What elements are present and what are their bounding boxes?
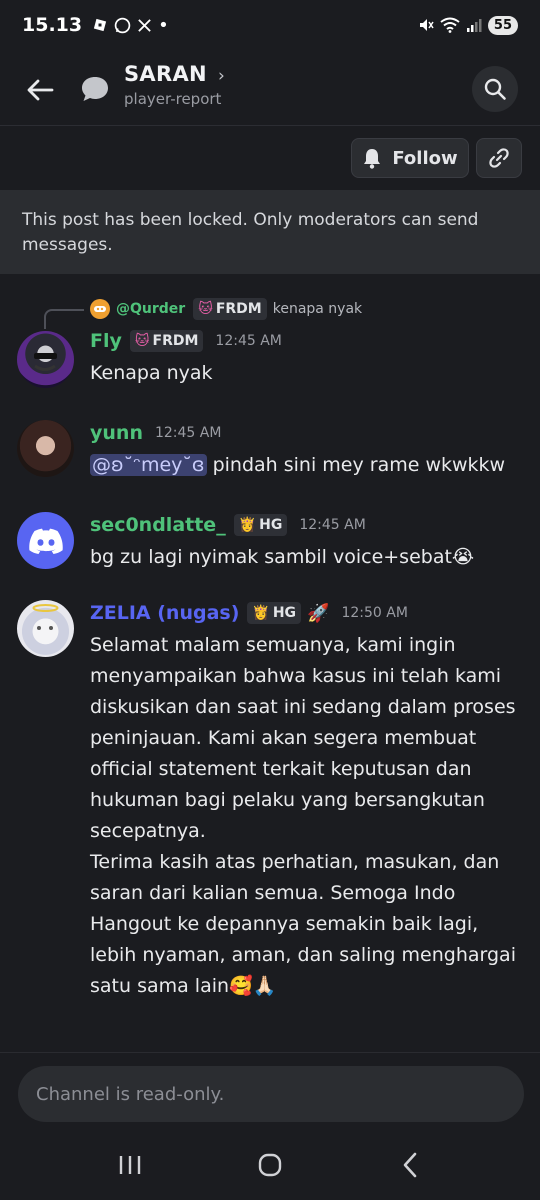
wifi-icon — [440, 17, 460, 33]
message-body: yunn 12:45 AM @ʚ˘ᵔmey˘ɞ pindah sini mey … — [90, 420, 522, 481]
input-placeholder: Channel is read-only. — [36, 1083, 225, 1105]
channel-title: SARAN — [124, 62, 207, 86]
x-icon — [138, 18, 151, 32]
user-mention[interactable]: @ʚ˘ᵔmey˘ɞ — [90, 454, 207, 476]
reply-text: kenapa nyak — [272, 301, 363, 317]
chevron-right-icon: › — [217, 66, 225, 86]
message-text: @ʚ˘ᵔmey˘ɞ pindah sini mey rame wkwkkw — [90, 450, 522, 481]
message-body: Fly 🐱 FRDM 12:45 AM Kenapa nyak — [90, 328, 522, 389]
reply-author: @Qurder — [116, 301, 186, 317]
search-button[interactable] — [472, 66, 518, 112]
search-icon — [484, 78, 506, 100]
reply-connector — [44, 309, 84, 329]
recents-icon — [119, 1156, 141, 1174]
avatar[interactable] — [17, 420, 74, 477]
dot-icon: • — [158, 14, 169, 36]
status-bar: 15.13 • 55 — [0, 0, 540, 50]
copy-link-button[interactable] — [476, 138, 522, 178]
role-tag-label: HG — [272, 605, 297, 621]
message-text: Kenapa nyak — [90, 362, 213, 384]
reply-preview[interactable]: @Qurder 🐱 FRDM kenapa nyak — [90, 298, 362, 320]
crown-icon: 👸 — [238, 517, 257, 533]
crown-icon: 👸 — [252, 605, 270, 621]
locked-post-notice: This post has been locked. Only moderato… — [0, 190, 540, 274]
battery-indicator: 55 — [487, 15, 518, 35]
message-text: bg zu lagi nyimak sambil voice+sebat😭 — [90, 546, 475, 568]
system-nav-bar — [0, 1130, 540, 1200]
message-text-content: pindah sini mey rame wkwkkw — [206, 454, 506, 476]
channel-subtitle: player-report — [124, 90, 222, 108]
role-tag-label: FRDM — [152, 333, 199, 349]
mute-icon — [419, 19, 434, 31]
message-header: ZELIA (nugas) 👸 HG 🚀 12:50 AM — [90, 600, 522, 626]
role-tag: 👸 HG — [233, 514, 288, 536]
message-body: sec0ndlatte_ 👸 HG 12:45 AM bg zu lagi ny… — [90, 512, 522, 573]
message-header: yunn 12:45 AM — [90, 420, 522, 446]
composer-divider — [0, 1052, 540, 1053]
avatar[interactable] — [17, 600, 74, 657]
bell-icon — [364, 149, 381, 169]
status-time: 15.13 — [22, 14, 83, 36]
chevron-left-icon — [403, 1152, 417, 1178]
reply-avatar — [90, 299, 110, 319]
timestamp: 12:50 AM — [341, 605, 408, 621]
message-input[interactable]: Channel is read-only. — [18, 1066, 524, 1122]
avatar[interactable] — [17, 512, 74, 569]
author-name[interactable]: sec0ndlatte_ — [90, 514, 226, 536]
author-name[interactable]: yunn — [90, 422, 143, 444]
cat-icon: 🐱 — [134, 333, 150, 349]
role-tag-label: HG — [259, 517, 283, 533]
rocket-icon: 🚀 — [307, 602, 330, 624]
back-button[interactable] — [20, 70, 60, 110]
timestamp: 12:45 AM — [299, 517, 366, 533]
timestamp: 12:45 AM — [154, 425, 222, 441]
channel-header: SARAN › player-report — [0, 50, 540, 126]
cat-icon: 🐱 — [198, 301, 213, 317]
roblox-icon — [93, 18, 107, 32]
message-text: Selamat malam semuanya, kami ingin menya… — [90, 634, 516, 997]
message-header: sec0ndlatte_ 👸 HG 12:45 AM — [90, 512, 522, 538]
signal-icon — [466, 19, 482, 32]
follow-button[interactable]: Follow — [351, 138, 469, 178]
follow-label: Follow — [392, 147, 458, 169]
message-header: Fly 🐱 FRDM 12:45 AM — [90, 328, 522, 354]
avatar[interactable] — [17, 331, 74, 388]
home-button[interactable] — [240, 1140, 300, 1190]
author-name[interactable]: ZELIA (nugas) — [90, 602, 239, 624]
recent-apps-button[interactable] — [100, 1140, 160, 1190]
discord-logo-icon — [28, 528, 63, 554]
timestamp: 12:45 AM — [215, 333, 282, 349]
system-back-button[interactable] — [380, 1140, 440, 1190]
role-tag: 🐱 FRDM — [129, 330, 204, 352]
author-name[interactable]: Fly — [90, 330, 122, 352]
status-right: 55 — [418, 15, 518, 35]
message-body: ZELIA (nugas) 👸 HG 🚀 12:50 AM Selamat ma… — [90, 600, 522, 1002]
reply-role-tag: 🐱 FRDM — [193, 298, 267, 320]
link-icon — [489, 148, 509, 168]
notification-icons: • — [92, 15, 169, 36]
home-icon — [258, 1153, 282, 1177]
forum-post-icon — [78, 72, 112, 106]
arrow-left-icon — [27, 79, 54, 101]
reply-role-tag-label: FRDM — [215, 301, 262, 317]
channel-title-group[interactable]: SARAN › player-report — [124, 62, 225, 108]
role-tag: 👸 HG — [247, 602, 302, 624]
whatsapp-icon — [114, 17, 131, 33]
